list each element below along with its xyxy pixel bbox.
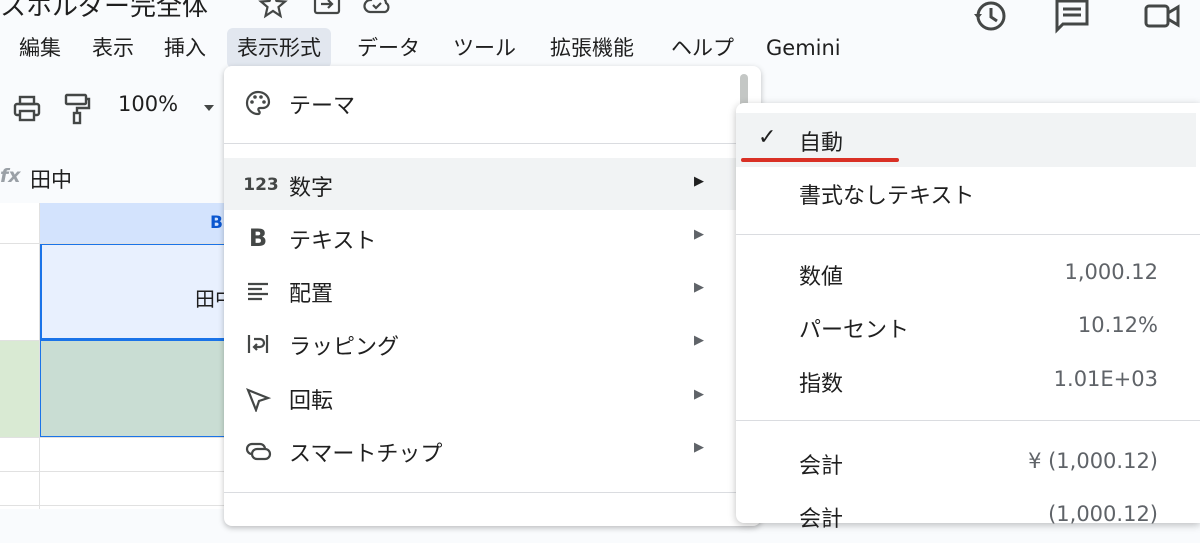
menu-format[interactable]: 表示形式 [227,28,331,68]
checkmark-icon: ✓ [758,125,777,150]
menu-label-theme: テーマ [289,94,356,119]
submenu-arrow-icon: ▶ [694,174,704,189]
menu-item-rotation[interactable]: 回転 ▶ [224,371,761,423]
submenu-item-number[interactable]: 数値 1,000.12 [736,247,1196,301]
document-title[interactable]: スホルダー完全体 [0,0,208,23]
wrap-icon [247,335,269,353]
palette-icon [245,90,271,116]
column-b-label: B [210,213,223,233]
menu-item-wrapping[interactable]: ラッピング ▶ [224,317,761,369]
submenu-label: 数値 [799,265,844,290]
menu-item-text[interactable]: B テキスト ▶ [224,211,761,263]
star-icon[interactable] [258,0,288,20]
fx-icon: fx [0,165,21,187]
submenu-label: 書式なしテキスト [799,184,975,209]
submenu-label: パーセント [799,318,910,343]
submenu-example: 1.01E+03 [1053,367,1158,391]
menu-label-alignment: 配置 [289,282,334,307]
menu-label-text: テキスト [289,229,377,254]
submenu-item-percent[interactable]: パーセント 10.12% [736,300,1196,354]
submenu-arrow-icon: ▶ [694,333,704,348]
formula-input[interactable]: 田中 [30,164,72,194]
rotate-icon [246,388,272,412]
submenu-arrow-icon: ▶ [694,227,704,242]
menu-label-rotation: 回転 [289,389,334,414]
smart-chip-icon [245,442,272,461]
submenu-item-financial[interactable]: 会計 (1,000.12) [736,489,1196,543]
submenu-arrow-icon: ▶ [694,387,704,402]
submenu-example: 10.12% [1077,313,1158,337]
meet-camera-icon[interactable] [1142,0,1182,36]
cloud-saved-icon[interactable] [362,0,392,20]
submenu-arrow-icon: ▶ [694,440,704,455]
zoom-select[interactable]: 100% [118,92,178,116]
number-123-icon: 123 [243,175,279,195]
comments-icon[interactable] [1052,0,1092,36]
submenu-example: ¥ (1,000.12) [1028,449,1158,473]
submenu-item-accounting[interactable]: 会計 ¥ (1,000.12) [736,436,1196,490]
cell-b-green[interactable] [40,340,240,437]
submenu-label: 会計 [799,507,844,532]
menu-label-wrapping: ラッピング [289,335,400,360]
red-underline-annotation [741,158,899,162]
row-header[interactable] [0,340,40,437]
submenu-item-scientific[interactable]: 指数 1.01E+03 [736,354,1196,408]
number-format-submenu: ✓ 自動 書式なしテキスト 数値 1,000.12 パーセント 10.12% 指… [736,103,1200,532]
chevron-down-icon[interactable] [203,104,215,112]
version-history-icon[interactable] [970,0,1010,36]
menu-data[interactable]: データ [347,28,430,68]
menu-item-alignment[interactable]: 配置 ▶ [224,264,761,316]
submenu-example: 1,000.12 [1064,260,1158,284]
bold-icon: B [248,224,268,252]
menu-label-smart-chips: スマートチップ [289,442,443,467]
menu-label-number: 数字 [289,176,334,201]
submenu-label: 指数 [799,372,844,397]
move-to-folder-icon[interactable] [312,0,342,20]
submenu-label: 会計 [799,454,844,479]
menu-tools[interactable]: ツール [443,28,526,68]
menu-item-number[interactable]: 123 数字 ▶ [224,158,761,210]
format-menu: テーマ 123 数字 ▶ B テキスト ▶ 配置 ▶ ラッピング ▶ 回転 ▶ [224,66,761,526]
menu-insert[interactable]: 挿入 [154,28,216,68]
menu-extensions[interactable]: 拡張機能 [540,28,644,68]
submenu-example: (1,000.12) [1048,502,1158,526]
paint-format-icon[interactable] [62,92,92,126]
submenu-arrow-icon: ▶ [694,280,704,295]
menu-item-theme[interactable]: テーマ [224,76,761,128]
submenu-item-plain-text[interactable]: 書式なしテキスト [736,166,1196,220]
submenu-label: 自動 [799,131,844,156]
menu-edit[interactable]: 編集 [9,28,71,68]
menu-help[interactable]: ヘルプ [661,28,744,68]
spreadsheet-grid: B 田中 [0,203,240,509]
menu-gemini[interactable]: Gemini [756,28,851,68]
menu-view[interactable]: 表示 [82,28,144,68]
menu-item-smart-chips[interactable]: スマートチップ ▶ [224,424,761,476]
print-icon[interactable] [12,94,42,124]
align-icon [248,282,268,301]
